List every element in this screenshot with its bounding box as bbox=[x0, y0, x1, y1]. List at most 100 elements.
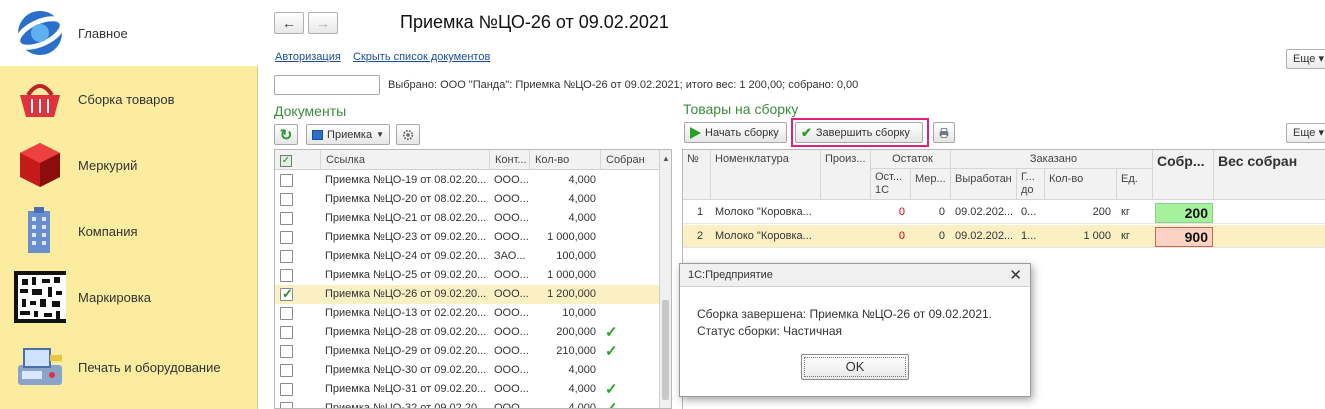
sidebar-item-main[interactable]: Главное bbox=[0, 0, 258, 66]
document-type-dropdown[interactable]: Приемка ▼ bbox=[306, 124, 390, 145]
more-button-goods[interactable]: Еще ▾ bbox=[1286, 123, 1325, 143]
col-header-produced[interactable]: Выработан bbox=[951, 169, 1017, 200]
main-logo-icon bbox=[15, 11, 65, 55]
table-row[interactable]: Приемка №ЦО-30 от 09.02.20... ООО... 4,000 bbox=[275, 361, 659, 380]
table-row[interactable]: Приемка №ЦО-23 от 09.02.20... ООО... 1 000… bbox=[275, 228, 659, 247]
col-header-collected[interactable]: Собран bbox=[601, 150, 661, 170]
row-checkbox[interactable] bbox=[280, 269, 293, 282]
col-header-remainder-mer[interactable]: Мер... bbox=[911, 169, 951, 200]
col-header-qty[interactable]: Кол-во bbox=[530, 150, 601, 170]
row-checkbox[interactable] bbox=[280, 307, 293, 320]
finish-assembly-button[interactable]: ✔ Завершить сборку bbox=[795, 122, 923, 143]
ok-button[interactable]: OK bbox=[801, 354, 909, 380]
doc-qty: 210,000 bbox=[556, 345, 596, 357]
row-checkbox[interactable] bbox=[280, 231, 293, 244]
table-row[interactable]: Приемка №ЦО-28 от 09.02.20... ООО... 200,0… bbox=[275, 323, 659, 342]
goods-num: 2 bbox=[697, 230, 704, 242]
doc-link[interactable]: Приемка №ЦО-29 от 09.02.20... bbox=[325, 342, 490, 361]
close-icon[interactable]: ✕ bbox=[1009, 264, 1022, 287]
col-header-remainder[interactable]: Остаток bbox=[871, 150, 951, 169]
table-row[interactable]: Приемка №ЦО-21 от 08.02.20... ООО... 4,000 bbox=[275, 209, 659, 228]
table-row[interactable]: Приемка №ЦО-20 от 08.02.20... ООО... 4,000 bbox=[275, 190, 659, 209]
print-button[interactable] bbox=[933, 122, 955, 143]
row-checkbox[interactable] bbox=[280, 326, 293, 339]
document-type-label: Приемка bbox=[327, 128, 373, 141]
doc-qty: 4,000 bbox=[568, 402, 596, 409]
doc-link[interactable]: Приемка №ЦО-28 от 09.02.20... bbox=[325, 323, 490, 342]
doc-link[interactable]: Приемка №ЦО-20 от 08.02.20... bbox=[325, 190, 490, 209]
documents-table: ✓ Ссылка Конт... Кол-во Собран Приемка №… bbox=[274, 149, 672, 409]
col-header-collected[interactable]: Собр... bbox=[1153, 150, 1214, 200]
row-checkbox[interactable] bbox=[280, 212, 293, 225]
col-header-g-do[interactable]: Г... до bbox=[1017, 169, 1045, 200]
refresh-button[interactable]: ↻ bbox=[274, 124, 298, 145]
doc-link[interactable]: Приемка №ЦО-23 от 09.02.20... bbox=[325, 228, 490, 247]
col-header-weight-collected[interactable]: Вес собран bbox=[1214, 150, 1325, 200]
doc-link[interactable]: Приемка №ЦО-24 от 09.02.20... bbox=[325, 247, 490, 266]
sidebar-item-label: Маркировка bbox=[78, 289, 151, 305]
goods-collected-input[interactable]: 900 bbox=[1155, 227, 1213, 247]
col-header-qty[interactable]: Кол-во bbox=[1045, 169, 1117, 200]
table-row[interactable]: Приемка №ЦО-29 от 09.02.20... ООО... 210,0… bbox=[275, 342, 659, 361]
documents-scrollbar[interactable]: ▲ bbox=[659, 150, 671, 408]
col-header-producer[interactable]: Произ... bbox=[821, 150, 871, 200]
table-row[interactable]: Приемка №ЦО-26 от 09.02.20... ООО... 1 200… bbox=[275, 285, 659, 304]
sidebar-item-assembly[interactable]: Сборка товаров bbox=[0, 66, 258, 132]
hide-docs-link[interactable]: Скрыть список документов bbox=[353, 51, 490, 63]
back-button[interactable]: ← bbox=[274, 12, 304, 34]
arrow-right-icon: → bbox=[316, 15, 330, 31]
row-checkbox[interactable] bbox=[280, 193, 293, 206]
col-header-link[interactable]: Ссылка bbox=[321, 150, 490, 170]
col-header-ordered[interactable]: Заказано bbox=[951, 150, 1153, 169]
row-checkbox[interactable] bbox=[280, 383, 293, 396]
table-row[interactable]: Приемка №ЦО-25 от 09.02.20... ООО... 1 000… bbox=[275, 266, 659, 285]
more-button-top[interactable]: Еще ▾ bbox=[1286, 49, 1325, 69]
col-header-unit[interactable]: Ед. bbox=[1117, 169, 1153, 200]
row-checkbox[interactable] bbox=[280, 402, 293, 408]
sidebar-item-print[interactable]: Печать и оборудование bbox=[0, 334, 258, 400]
doc-link[interactable]: Приемка №ЦО-21 от 08.02.20... bbox=[325, 209, 490, 228]
table-row[interactable]: Приемка №ЦО-13 от 02.02.20... ООО... 10,00… bbox=[275, 304, 659, 323]
table-row[interactable]: 1 Молоко "Коровка... 0 0 09.02.202... 0... 200… bbox=[683, 201, 1325, 224]
table-row[interactable]: 2 Молоко "Коровка... 0 0 09.02.202... 1... 1 0… bbox=[683, 225, 1325, 248]
row-checkbox[interactable] bbox=[280, 174, 293, 187]
row-checkbox[interactable] bbox=[280, 286, 293, 302]
doc-link[interactable]: Приемка №ЦО-26 от 09.02.20... bbox=[325, 285, 490, 304]
doc-link[interactable]: Приемка №ЦО-19 от 08.02.20... bbox=[325, 171, 490, 190]
doc-link[interactable]: Приемка №ЦО-31 от 09.02.20... bbox=[325, 380, 490, 399]
sidebar-item-company[interactable]: Компания bbox=[0, 198, 258, 264]
table-row[interactable]: Приемка №ЦО-32 от 09.02.20... ООО... 4,000… bbox=[275, 399, 659, 409]
table-row[interactable]: Приемка №ЦО-31 от 09.02.20... ООО... 4,000… bbox=[275, 380, 659, 399]
doc-contractor: ЗАО... bbox=[494, 250, 526, 262]
col-header-nomenclature[interactable]: Номенклатура bbox=[711, 150, 821, 200]
table-row[interactable]: Приемка №ЦО-24 от 09.02.20... ЗАО... 100,0… bbox=[275, 247, 659, 266]
row-checkbox[interactable] bbox=[280, 250, 293, 263]
row-checkbox[interactable] bbox=[280, 345, 293, 358]
doc-link[interactable]: Приемка №ЦО-32 от 09.02.20... bbox=[325, 399, 490, 408]
col-header-contractor[interactable]: Конт... bbox=[490, 150, 530, 170]
sidebar-item-mercury[interactable]: Меркурий bbox=[0, 132, 258, 198]
filter-input[interactable] bbox=[274, 75, 380, 95]
doc-link[interactable]: Приемка №ЦО-13 от 02.02.20... bbox=[325, 304, 490, 323]
play-icon bbox=[690, 126, 701, 139]
doc-contractor: ООО... bbox=[494, 174, 528, 186]
sidebar-item-marking[interactable]: Маркировка bbox=[0, 264, 258, 330]
forward-button[interactable]: → bbox=[308, 12, 338, 34]
auth-link[interactable]: Авторизация bbox=[275, 51, 341, 63]
scroll-up-icon[interactable]: ▲ bbox=[662, 154, 670, 163]
scroll-thumb[interactable] bbox=[662, 300, 669, 400]
sidebar-item-label: Главное bbox=[78, 25, 128, 41]
sidebar-item-label: Печать и оборудование bbox=[78, 359, 221, 375]
row-checkbox[interactable] bbox=[280, 364, 293, 377]
doc-link[interactable]: Приемка №ЦО-30 от 09.02.20... bbox=[325, 361, 490, 380]
select-all-header[interactable]: ✓ bbox=[275, 150, 321, 170]
doc-link[interactable]: Приемка №ЦО-25 от 09.02.20... bbox=[325, 266, 490, 285]
col-header-remainder-1c[interactable]: Ост... 1С bbox=[871, 169, 911, 200]
settings-button[interactable] bbox=[396, 124, 420, 145]
start-assembly-label: Начать сборку bbox=[705, 126, 779, 139]
table-row[interactable]: Приемка №ЦО-19 от 08.02.20... ООО... 4,000 bbox=[275, 171, 659, 190]
start-assembly-button[interactable]: Начать сборку bbox=[684, 122, 787, 143]
goods-collected-input[interactable]: 200 bbox=[1155, 203, 1213, 223]
col-header-num[interactable]: № bbox=[683, 150, 711, 200]
dialog-message-line2: Статус сборки: Частичная bbox=[697, 324, 843, 338]
